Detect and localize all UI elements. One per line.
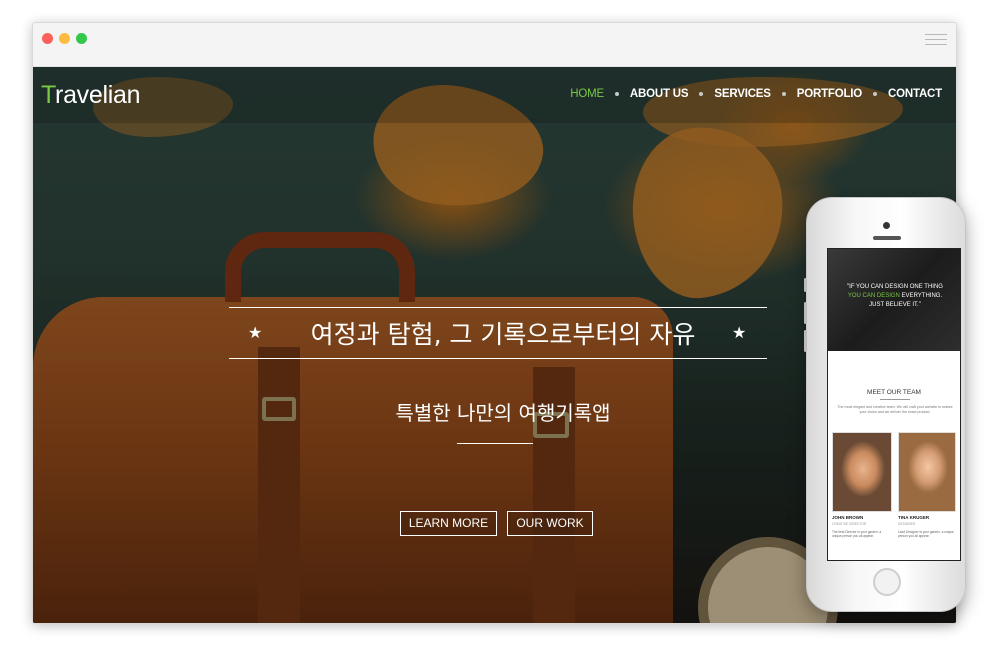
- maximize-window-button[interactable]: [76, 33, 87, 44]
- nav-contact-link[interactable]: CONTACT: [888, 88, 942, 100]
- close-window-button[interactable]: [42, 33, 53, 44]
- nav-home-link[interactable]: HOME: [570, 88, 604, 100]
- nav-separator-icon: [781, 92, 786, 96]
- member-role: CREATIVE DIRECTOR: [832, 522, 867, 526]
- quote-line-3: JUST BELIEVE IT.": [869, 302, 921, 308]
- quote-text: "IF YOU CAN DESIGN ONE THING YOU CAN DES…: [834, 283, 956, 310]
- logo-accent-letter: T: [41, 81, 56, 109]
- hero-top-rule: [229, 307, 767, 308]
- nav-portfolio-link[interactable]: PORTFOLIO: [797, 88, 862, 100]
- phone-home-button: [873, 568, 901, 596]
- phone-screen: "IF YOU CAN DESIGN ONE THING YOU CAN DES…: [827, 248, 961, 561]
- minimize-window-button[interactable]: [59, 33, 70, 44]
- hamburger-menu-icon[interactable]: [925, 34, 947, 48]
- quote-line-2-rest: EVERYTHING.: [899, 293, 943, 299]
- top-navigation: Travelian HOME ABOUT US SERVICES PORTFOL…: [33, 67, 956, 123]
- member-photo-tina: [898, 432, 956, 512]
- member-role: DESIGNER: [898, 522, 916, 526]
- quote-line-1: "IF YOU CAN DESIGN ONE THING: [847, 284, 943, 290]
- member-name: TINA KRUGER: [898, 515, 930, 520]
- nav-separator-icon: [873, 92, 878, 96]
- quote-line-2: YOU CAN DESIGN EVERYTHING.: [834, 292, 956, 301]
- phone-speaker: [873, 236, 901, 240]
- phone-mockup: "IF YOU CAN DESIGN ONE THING YOU CAN DES…: [804, 197, 966, 612]
- member-bio: Lead Designer is your garden, a unique p…: [898, 530, 954, 539]
- member-photo-john: [832, 432, 892, 512]
- main-menu: HOME ABOUT US SERVICES PORTFOLIO CONTACT: [570, 88, 942, 100]
- team-description: The most elegant and creative team. We w…: [837, 405, 953, 414]
- phone-volume-down: [804, 330, 807, 352]
- phone-volume-up: [804, 302, 807, 324]
- quote-highlight: YOU CAN DESIGN: [847, 293, 900, 299]
- team-title-rule: [880, 399, 910, 400]
- hero-subtitle: 특별한 나만의 여행기록앱: [395, 401, 611, 425]
- nav-separator-icon: [699, 92, 704, 96]
- learn-more-button[interactable]: LEARN MORE: [400, 511, 497, 536]
- member-bio: The best Director in your garden, a uniq…: [832, 530, 882, 539]
- team-title: MEET OUR TEAM: [867, 389, 921, 396]
- nav-services-link[interactable]: SERVICES: [714, 88, 771, 100]
- member-name: JOHN BROWN: [832, 515, 864, 520]
- star-icon: ★: [732, 325, 747, 342]
- hero-short-rule: [457, 443, 533, 444]
- nav-about-link[interactable]: ABOUT US: [630, 88, 689, 100]
- our-work-button[interactable]: OUR WORK: [507, 511, 593, 536]
- hero-title: 여정과 탐험, 그 기록으로부터의 자유: [310, 320, 696, 349]
- logo-text: ravelian: [55, 81, 141, 109]
- phone-mute-switch: [804, 278, 807, 292]
- site-logo[interactable]: Travelian: [41, 81, 141, 110]
- nav-separator-icon: [614, 92, 619, 96]
- phone-camera-icon: [883, 222, 890, 229]
- hero-bottom-rule: [229, 358, 767, 359]
- quote-banner: "IF YOU CAN DESIGN ONE THING YOU CAN DES…: [828, 249, 960, 351]
- browser-titlebar: [33, 23, 956, 67]
